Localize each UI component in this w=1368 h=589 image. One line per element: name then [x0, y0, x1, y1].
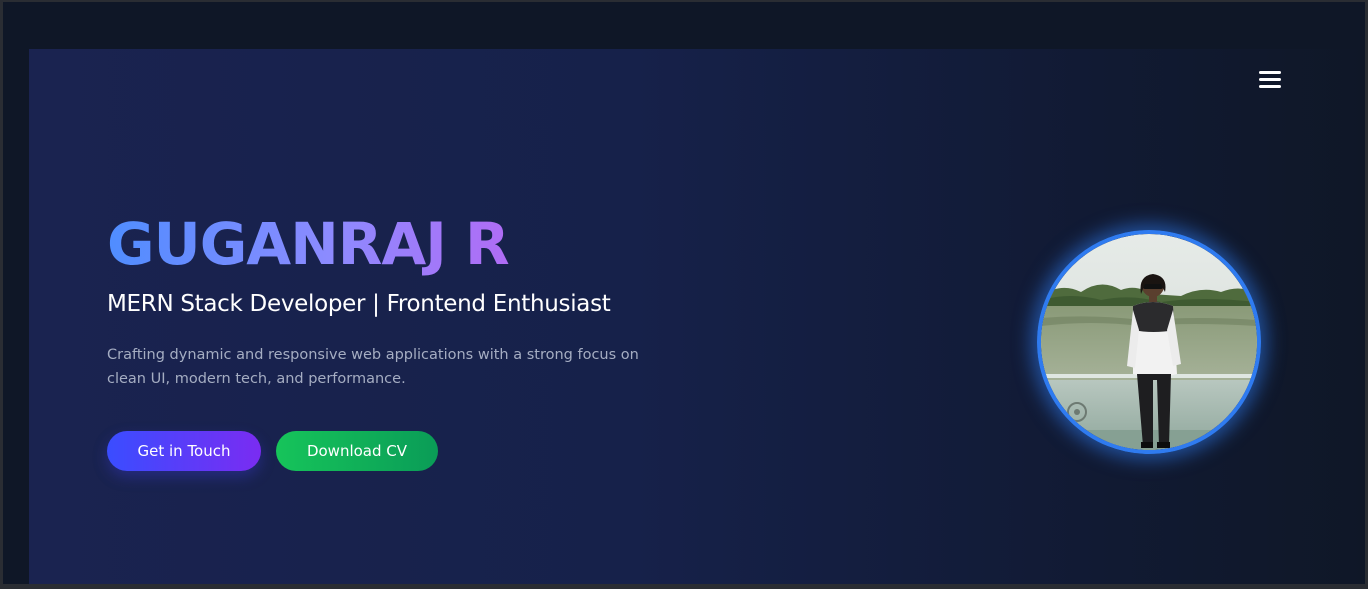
hero-section: GUGANRAJ R MERN Stack Developer | Fronte… [29, 49, 1365, 584]
browser-viewport: GUGANRAJ R MERN Stack Developer | Fronte… [3, 2, 1365, 584]
hero-role: MERN Stack Developer | Frontend Enthusia… [107, 291, 611, 317]
hero-description: Crafting dynamic and responsive web appl… [107, 347, 639, 387]
download-cv-button[interactable]: Download CV [276, 431, 438, 471]
hero-name: GUGANRAJ R [107, 210, 510, 278]
profile-photo-frame [1037, 230, 1261, 454]
get-in-touch-button[interactable]: Get in Touch [107, 431, 261, 471]
hamburger-menu-icon[interactable] [1259, 66, 1285, 92]
menu-bar-top [1259, 70, 1281, 74]
profile-photo-image [1041, 234, 1257, 450]
menu-bar-middle [1259, 77, 1281, 81]
menu-bar-bottom [1259, 84, 1281, 88]
profile-photo [1041, 234, 1257, 450]
